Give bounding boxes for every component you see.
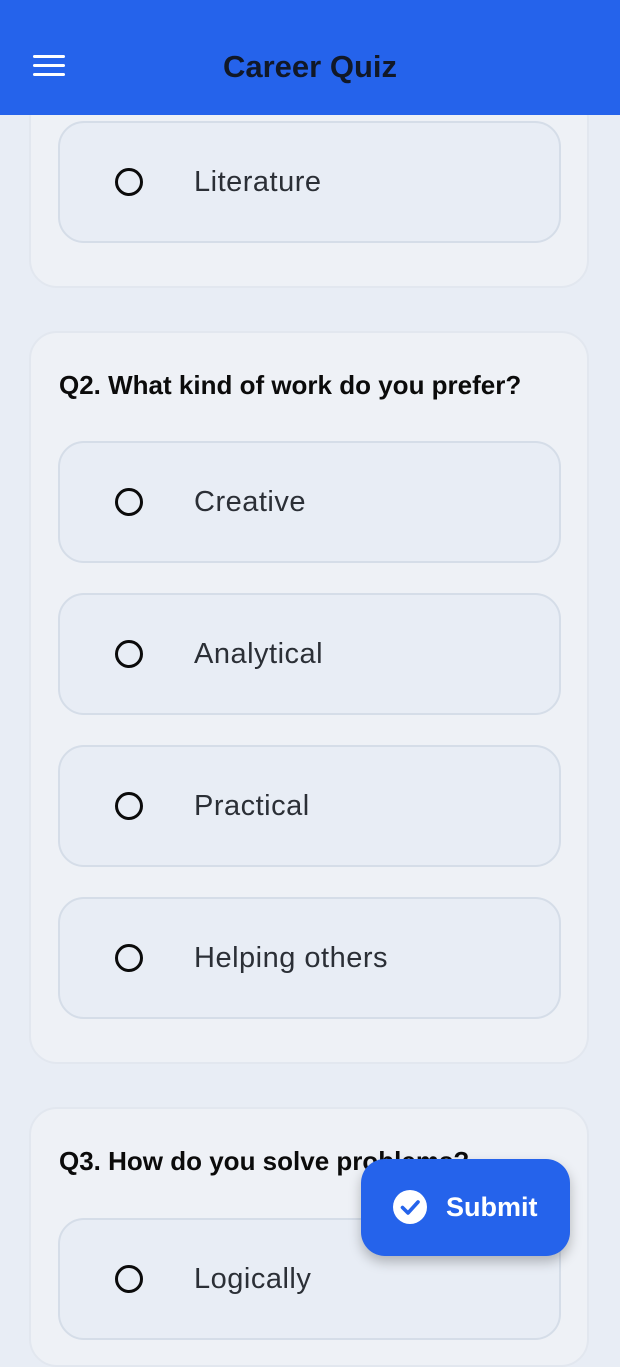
radio-unselected[interactable] bbox=[115, 944, 143, 972]
option-label: Literature bbox=[194, 166, 322, 198]
check-circle-icon bbox=[393, 1190, 427, 1224]
quiz-scroll-area[interactable]: Literature Q2. What kind of work do you … bbox=[0, 0, 620, 1367]
option-practical[interactable]: Practical bbox=[58, 745, 561, 867]
option-helping-others[interactable]: Helping others bbox=[58, 897, 561, 1019]
radio-unselected[interactable] bbox=[115, 168, 143, 196]
option-label: Helping others bbox=[194, 942, 388, 974]
option-analytical[interactable]: Analytical bbox=[58, 593, 561, 715]
radio-unselected[interactable] bbox=[115, 488, 143, 516]
radio-unselected[interactable] bbox=[115, 1265, 143, 1293]
option-label: Analytical bbox=[194, 638, 324, 670]
submit-button[interactable]: Submit bbox=[361, 1159, 570, 1256]
option-label: Creative bbox=[194, 486, 306, 518]
page-title: Career Quiz bbox=[222, 49, 397, 84]
radio-unselected[interactable] bbox=[115, 792, 143, 820]
app-bar: Career Quiz bbox=[0, 0, 620, 115]
submit-label: Submit bbox=[446, 1192, 538, 1222]
question-text: Q2. What kind of work do you prefer? bbox=[59, 370, 522, 400]
radio-unselected[interactable] bbox=[115, 640, 143, 668]
option-label: Practical bbox=[194, 790, 310, 822]
option-literature[interactable]: Literature bbox=[58, 121, 561, 243]
option-creative[interactable]: Creative bbox=[58, 441, 561, 563]
option-label: Logically bbox=[194, 1263, 312, 1295]
